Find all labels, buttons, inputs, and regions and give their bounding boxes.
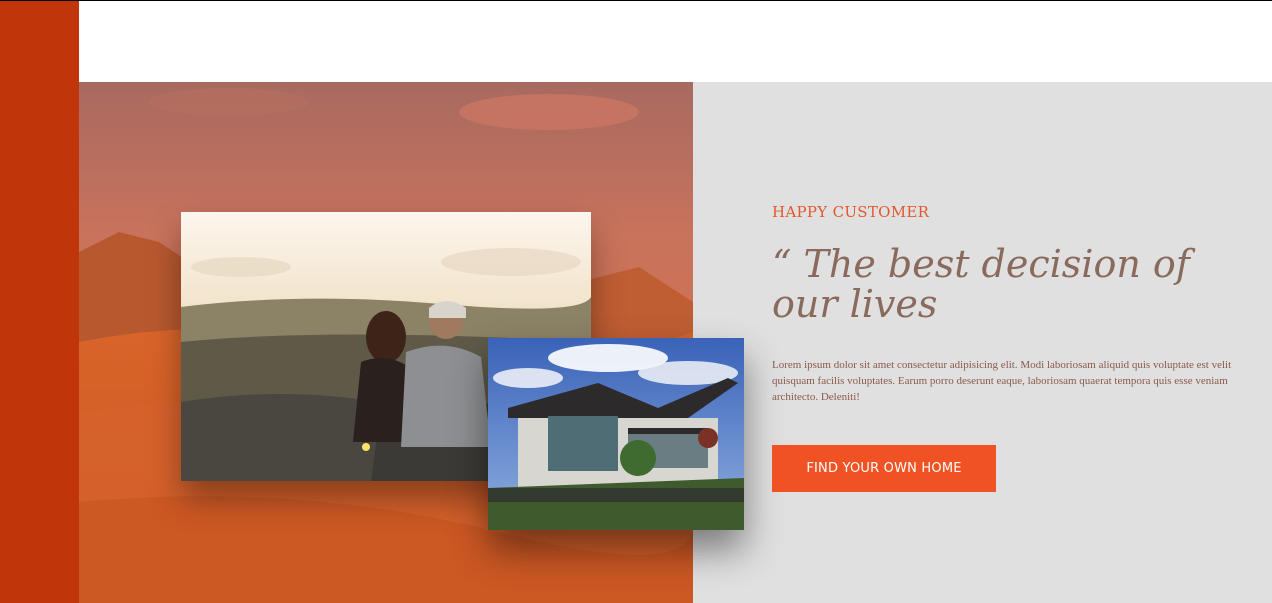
find-home-button[interactable]: FIND YOUR OWN HOME (772, 445, 996, 492)
left-accent-bar (0, 1, 79, 603)
testimonial-body: Lorem ipsum dolor sit amet consectetur a… (772, 359, 1232, 403)
header-strip (79, 1, 1272, 82)
testimonial-panel (693, 82, 1272, 603)
testimonial-headline: “ The best decision of our lives (772, 242, 1190, 326)
section-eyebrow: HAPPY CUSTOMER (772, 203, 930, 221)
modern-house-photo (488, 338, 744, 530)
